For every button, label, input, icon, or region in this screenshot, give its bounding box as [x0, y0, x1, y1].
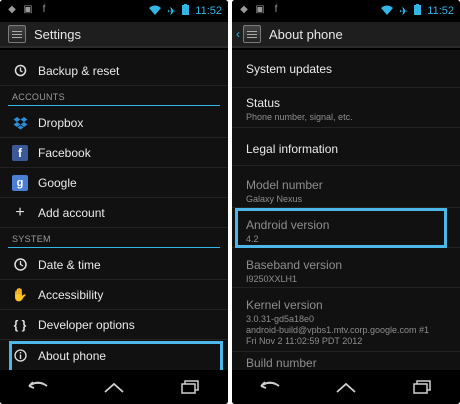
about-phone-highlight-box — [9, 341, 223, 373]
settings-app-icon — [243, 25, 261, 43]
item-title: Build number — [246, 356, 317, 370]
navigation-bar — [0, 370, 228, 404]
settings-item-label: Date & time — [38, 257, 101, 272]
item-title: Baseband version — [246, 258, 343, 272]
item-subtitle: Galaxy Nexus — [246, 194, 303, 204]
facebook-icon: f — [12, 144, 28, 161]
hand-icon: ✋ — [11, 286, 29, 302]
kernel-build-date-line: Fri Nov 2 11:02:59 PDT 2012 — [246, 336, 363, 346]
airplane-icon: ✈ — [399, 5, 409, 18]
status-bar: ◆ ▣ f ✈ 11:52 — [232, 0, 460, 22]
item-title: Kernel version — [246, 298, 323, 312]
image-notification-icon: ▣ — [23, 4, 33, 15]
clock-time: 11:52 — [195, 5, 222, 17]
back-button[interactable] — [18, 375, 58, 399]
item-title: Legal information — [246, 142, 339, 156]
page-title: Settings — [34, 26, 81, 42]
dropbox-notification-icon: ◆ — [8, 4, 16, 15]
settings-screen: ◆ ▣ f ✈ 11:52 Settings Backup & reset AC… — [0, 0, 228, 404]
home-button[interactable] — [326, 375, 366, 399]
page-title: About phone — [269, 26, 343, 42]
settings-item-backup-reset[interactable]: Backup & reset — [0, 56, 228, 86]
up-caret-icon[interactable]: ‹ — [236, 27, 240, 41]
action-bar[interactable]: ‹ About phone — [232, 22, 460, 48]
recent-apps-button[interactable] — [170, 375, 210, 399]
status-bar: ◆ ▣ f ✈ 11:52 — [0, 0, 228, 22]
settings-item-label: Add account — [38, 205, 105, 220]
section-header-accounts: ACCOUNTS — [8, 92, 220, 106]
about-item-kernel-version: Kernel version 3.0.31-gd5a18e0 android-b… — [232, 288, 460, 352]
backup-icon — [12, 63, 28, 79]
about-item-baseband-version: Baseband version I9250XXLH1 — [232, 248, 460, 288]
settings-item-label: Facebook — [38, 145, 91, 160]
item-subtitle: I9250XXLH1 — [246, 274, 298, 284]
airplane-icon: ✈ — [167, 5, 177, 18]
kernel-build-host-line: android-build@vpbs1.mtv.corp.google.com … — [246, 325, 430, 335]
about-item-legal-information[interactable]: Legal information — [232, 128, 460, 166]
facebook-notification-icon: f — [274, 4, 278, 15]
battery-icon — [414, 4, 422, 18]
settings-item-developer-options[interactable]: { } Developer options — [0, 310, 228, 340]
settings-item-accessibility[interactable]: ✋ Accessibility — [0, 280, 228, 310]
about-item-model-number: Model number Galaxy Nexus — [232, 166, 460, 208]
facebook-notification-icon: f — [42, 4, 46, 15]
wifi-icon — [149, 5, 162, 18]
home-button[interactable] — [94, 375, 134, 399]
settings-item-facebook[interactable]: f Facebook — [0, 138, 228, 168]
about-item-system-updates[interactable]: System updates — [232, 50, 460, 88]
settings-app-icon — [8, 25, 26, 43]
settings-item-date-time[interactable]: Date & time — [0, 250, 228, 280]
clock-time: 11:52 — [427, 5, 454, 17]
settings-item-label: Google — [38, 175, 77, 190]
item-title: Model number — [246, 178, 323, 192]
item-title: Status — [246, 96, 281, 110]
item-subtitle: Phone number, signal, etc. — [246, 112, 353, 122]
dropbox-icon — [12, 115, 28, 131]
android-version-highlight-box — [235, 208, 447, 248]
settings-item-google[interactable]: g Google — [0, 168, 228, 198]
plus-icon: + — [15, 203, 25, 221]
about-item-status[interactable]: Status Phone number, signal, etc. — [232, 88, 460, 128]
google-icon: g — [12, 174, 28, 191]
settings-item-add-account[interactable]: + Add account — [0, 198, 228, 228]
settings-item-label: Accessibility — [38, 287, 104, 302]
battery-icon — [182, 4, 190, 18]
dropbox-notification-icon: ◆ — [240, 4, 248, 15]
braces-icon: { } — [13, 317, 27, 332]
section-header-system: SYSTEM — [8, 234, 220, 248]
action-bar: Settings — [0, 22, 228, 48]
settings-item-label: Backup & reset — [38, 63, 120, 78]
item-title: System updates — [246, 62, 333, 76]
about-phone-screen: ◆ ▣ f ✈ 11:52 ‹ About phone System updat… — [232, 0, 460, 404]
settings-item-label: Dropbox — [38, 115, 84, 130]
settings-list: Backup & reset ACCOUNTS Dropbox f Facebo… — [0, 50, 228, 373]
settings-item-dropbox[interactable]: Dropbox — [0, 108, 228, 138]
about-phone-list: System updates Status Phone number, sign… — [232, 50, 460, 370]
kernel-version-line: 3.0.31-gd5a18e0 — [246, 314, 315, 324]
recent-apps-button[interactable] — [402, 375, 442, 399]
clock-icon — [12, 257, 28, 273]
settings-item-label: Developer options — [38, 317, 135, 332]
back-button[interactable] — [250, 375, 290, 399]
wifi-icon — [381, 5, 394, 18]
image-notification-icon: ▣ — [255, 4, 265, 15]
navigation-bar — [232, 370, 460, 404]
